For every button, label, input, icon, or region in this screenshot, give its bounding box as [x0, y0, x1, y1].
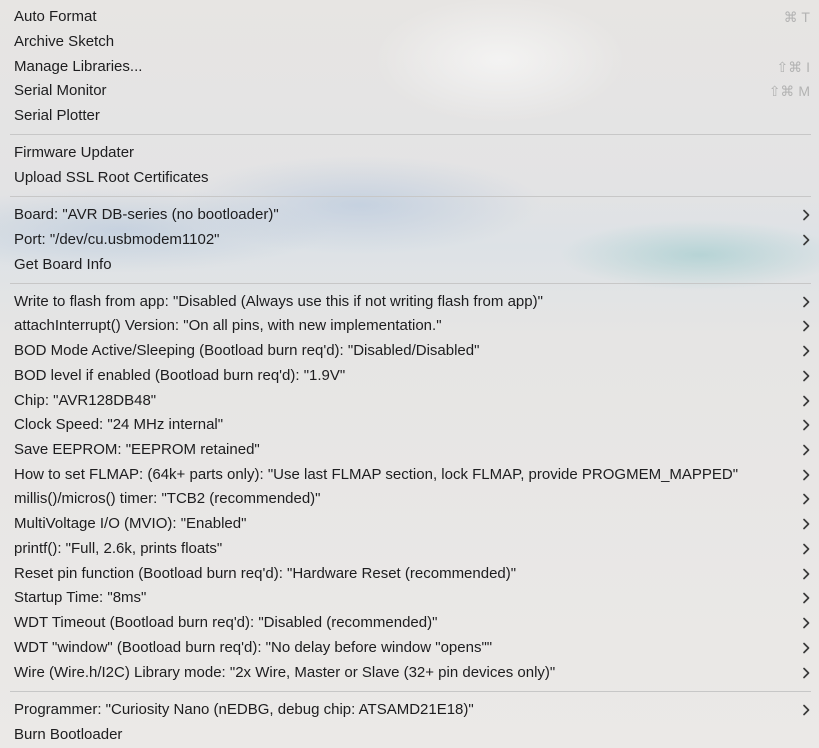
menu-item-save-eeprom[interactable]: Save EEPROM: "EEPROM retained"	[0, 438, 819, 462]
menu-item-mvio[interactable]: MultiVoltage I/O (MVIO): "Enabled"	[0, 512, 819, 536]
menu-separator	[10, 691, 811, 692]
menu-item-label: Firmware Updater	[14, 144, 135, 161]
menu-item-programmer[interactable]: Programmer: "Curiosity Nano (nEDBG, debu…	[0, 698, 819, 722]
chevron-right-icon	[803, 493, 810, 505]
menu-item-printf[interactable]: printf(): "Full, 2.6k, prints floats"	[0, 537, 819, 561]
menu-item-upload-ssl-certificates[interactable]: Upload SSL Root Certificates	[0, 166, 819, 190]
menu-item-manage-libraries[interactable]: Manage Libraries... ⇧⌘ I	[0, 55, 819, 79]
menu-item-wire-library-mode[interactable]: Wire (Wire.h/I2C) Library mode: "2x Wire…	[0, 661, 819, 685]
menu-item-wdt-timeout[interactable]: WDT Timeout (Bootload burn req'd): "Disa…	[0, 611, 819, 635]
menu-item-label: Save EEPROM: "EEPROM retained"	[14, 441, 260, 458]
chevron-right-icon	[803, 642, 810, 654]
menu-item-label: Upload SSL Root Certificates	[14, 169, 209, 186]
menu-item-label: WDT "window" (Bootload burn req'd): "No …	[14, 639, 493, 656]
chevron-right-icon	[803, 345, 810, 357]
menu-separator	[10, 134, 811, 135]
shortcut-label: ⌘ T	[783, 9, 810, 25]
menu-item-label: Clock Speed: "24 MHz internal"	[14, 416, 224, 433]
menu-item-label: Write to flash from app: "Disabled (Alwa…	[14, 293, 543, 310]
chevron-right-icon	[803, 543, 810, 555]
menu-item-firmware-updater[interactable]: Firmware Updater	[0, 141, 819, 165]
menu-item-label: Programmer: "Curiosity Nano (nEDBG, debu…	[14, 701, 474, 718]
menu-item-label: Port: "/dev/cu.usbmodem1102"	[14, 231, 220, 248]
menu-item-burn-bootloader[interactable]: Burn Bootloader	[0, 723, 819, 747]
menu-item-label: How to set FLMAP: (64k+ parts only): "Us…	[14, 466, 739, 483]
chevron-right-icon	[803, 667, 810, 679]
menu-item-label: Auto Format	[14, 8, 97, 25]
menu-item-bod-mode[interactable]: BOD Mode Active/Sleeping (Bootload burn …	[0, 339, 819, 363]
chevron-right-icon	[803, 370, 810, 382]
chevron-right-icon	[803, 296, 810, 308]
chevron-right-icon	[803, 444, 810, 456]
menu-item-label: Reset pin function (Bootload burn req'd)…	[14, 565, 517, 582]
menu-item-wdt-window[interactable]: WDT "window" (Bootload burn req'd): "No …	[0, 636, 819, 660]
menu-item-clock-speed[interactable]: Clock Speed: "24 MHz internal"	[0, 413, 819, 437]
menu-item-label: MultiVoltage I/O (MVIO): "Enabled"	[14, 515, 247, 532]
menu-item-port[interactable]: Port: "/dev/cu.usbmodem1102"	[0, 228, 819, 252]
menu-item-label: Board: "AVR DB-series (no bootloader)"	[14, 206, 279, 223]
menu-item-label: Manage Libraries...	[14, 58, 143, 75]
chevron-right-icon	[803, 234, 810, 246]
menu-item-get-board-info[interactable]: Get Board Info	[0, 253, 819, 277]
menu-item-label: WDT Timeout (Bootload burn req'd): "Disa…	[14, 614, 438, 631]
menu-separator	[10, 196, 811, 197]
shortcut-label: ⇧⌘ I	[776, 59, 810, 75]
menu-item-chip[interactable]: Chip: "AVR128DB48"	[0, 389, 819, 413]
menu-item-reset-pin[interactable]: Reset pin function (Bootload burn req'd)…	[0, 562, 819, 586]
menu-item-label: Burn Bootloader	[14, 726, 123, 743]
menu-item-write-to-flash[interactable]: Write to flash from app: "Disabled (Alwa…	[0, 290, 819, 314]
menu-item-millis-timer[interactable]: millis()/micros() timer: "TCB2 (recommen…	[0, 487, 819, 511]
menu-item-label: Wire (Wire.h/I2C) Library mode: "2x Wire…	[14, 664, 556, 681]
chevron-right-icon	[803, 395, 810, 407]
menu-item-label: Serial Monitor	[14, 82, 107, 99]
menu-item-bod-level[interactable]: BOD level if enabled (Bootload burn req'…	[0, 364, 819, 388]
chevron-right-icon	[803, 209, 810, 221]
menu-item-flmap[interactable]: How to set FLMAP: (64k+ parts only): "Us…	[0, 463, 819, 487]
menu-item-label: Startup Time: "8ms"	[14, 589, 147, 606]
chevron-right-icon	[803, 518, 810, 530]
menu-item-auto-format[interactable]: Auto Format ⌘ T	[0, 5, 819, 29]
menu-item-label: millis()/micros() timer: "TCB2 (recommen…	[14, 490, 321, 507]
menu-item-label: attachInterrupt() Version: "On all pins,…	[14, 317, 442, 334]
chevron-right-icon	[803, 617, 810, 629]
menu-item-archive-sketch[interactable]: Archive Sketch	[0, 30, 819, 54]
menu-item-label: BOD Mode Active/Sleeping (Bootload burn …	[14, 342, 480, 359]
menu-item-board[interactable]: Board: "AVR DB-series (no bootloader)"	[0, 203, 819, 227]
chevron-right-icon	[803, 704, 810, 716]
chevron-right-icon	[803, 592, 810, 604]
chevron-right-icon	[803, 320, 810, 332]
menu-item-label: BOD level if enabled (Bootload burn req'…	[14, 367, 346, 384]
menu-item-attach-interrupt[interactable]: attachInterrupt() Version: "On all pins,…	[0, 314, 819, 338]
menu-item-label: Chip: "AVR128DB48"	[14, 392, 157, 409]
menu-item-serial-monitor[interactable]: Serial Monitor ⇧⌘ M	[0, 79, 819, 103]
menu-item-label: Archive Sketch	[14, 33, 115, 50]
shortcut-label: ⇧⌘ M	[768, 83, 810, 99]
menu-item-startup-time[interactable]: Startup Time: "8ms"	[0, 586, 819, 610]
menu-item-label: Serial Plotter	[14, 107, 100, 124]
menu-separator	[10, 283, 811, 284]
menu-item-label: printf(): "Full, 2.6k, prints floats"	[14, 540, 223, 557]
chevron-right-icon	[803, 419, 810, 431]
menu-item-label: Get Board Info	[14, 256, 112, 273]
chevron-right-icon	[803, 469, 810, 481]
menu-item-serial-plotter[interactable]: Serial Plotter	[0, 104, 819, 128]
chevron-right-icon	[803, 568, 810, 580]
tools-menu: Auto Format ⌘ T Archive Sketch Manage Li…	[0, 0, 819, 748]
